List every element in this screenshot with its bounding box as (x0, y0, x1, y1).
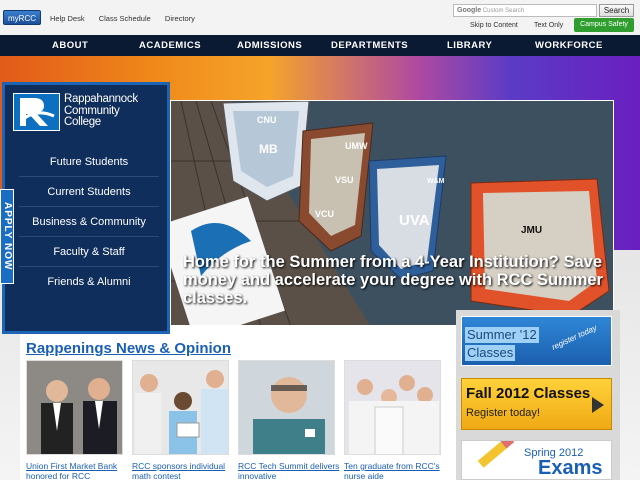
boat-label-cnu: CNU (257, 115, 277, 125)
spring-exams-promo[interactable]: Spring 2012 Exams (461, 440, 612, 480)
skip-to-content-link[interactable]: Skip to Content (470, 22, 518, 29)
utility-links: Help Desk Class Schedule Directory (50, 14, 207, 23)
utility-bar: myRCC Help Desk Class Schedule Directory… (0, 0, 640, 35)
google-brand: Google (457, 7, 482, 14)
directory-link[interactable]: Directory (165, 14, 195, 23)
nav-academics[interactable]: ACADEMICS (139, 35, 201, 56)
news-item-link[interactable]: Ten graduate from RCC's nurse aide (344, 461, 454, 480)
news-item-link[interactable]: RCC sponsors individual math contest (132, 461, 242, 480)
boat-label-umw: UMW (345, 141, 368, 151)
college-name: Rappahannock Community College (64, 93, 138, 129)
nav-admissions[interactable]: ADMISSIONS (237, 35, 302, 56)
boat-label-vsu: VSU (335, 175, 354, 185)
class-schedule-link[interactable]: Class Schedule (99, 14, 151, 23)
fall-title: Fall 2012 Classes (466, 385, 591, 402)
pencil-icon (477, 441, 515, 468)
boat-label-mb: MB (259, 142, 278, 156)
boat-label-uva: UVA (399, 212, 430, 229)
sidebar-item-future-students[interactable]: Future Students (19, 147, 159, 177)
summer-title-line1: Summer '12 (465, 327, 539, 343)
search-button[interactable]: Search (599, 4, 634, 17)
news-photo-nurse-aide (345, 361, 440, 454)
nav-library[interactable]: LIBRARY (447, 35, 492, 56)
sidebar-item-business-community[interactable]: Business & Community (19, 207, 159, 237)
news-thumbnail-nurse-aide[interactable] (344, 360, 441, 455)
play-arrow-icon (592, 397, 604, 413)
college-logo[interactable]: Rappahannock Community College (13, 93, 163, 133)
nav-departments[interactable]: DEPARTMENTS (331, 35, 408, 56)
news-photo-math (133, 361, 228, 454)
news-item-link[interactable]: RCC Tech Summit delivers innovative (238, 461, 348, 480)
news-thumbnail-tech-summit[interactable] (238, 360, 335, 455)
college-logo-mark-icon (13, 93, 60, 131)
boat-label-wm: W&M (427, 178, 445, 185)
news-photo-tech-summit (239, 361, 334, 454)
hero-banner[interactable]: CNU MB UMW VSU VCU W&M UVA JMU Home for … (170, 100, 614, 326)
news-item-link[interactable]: Union First Market Bank honored for RCC (26, 461, 136, 480)
summer-register-text: register today (550, 323, 599, 352)
news-thumbnail-bank[interactable] (26, 360, 123, 455)
sidebar-item-faculty-staff[interactable]: Faculty & Staff (19, 237, 159, 267)
college-name-line3: College (64, 116, 101, 128)
spring-exams-text: Exams (538, 457, 603, 479)
campus-safety-button[interactable]: Campus Safety (574, 18, 634, 32)
news-photo-bank (27, 361, 122, 454)
nav-about[interactable]: ABOUT (52, 35, 88, 56)
search-placeholder: Custom Search (482, 8, 525, 14)
boat-label-jmu: JMU (521, 225, 542, 236)
summer-classes-promo[interactable]: Summer '12 Classes register today (461, 316, 612, 366)
audience-panel: Rappahannock Community College Future St… (2, 82, 170, 334)
news-heading[interactable]: Rappenings News & Opinion (26, 340, 231, 357)
help-desk-link[interactable]: Help Desk (50, 14, 85, 23)
hero-caption[interactable]: Home for the Summer from a 4-Year Instit… (183, 253, 603, 307)
boat-label-vcu: VCU (315, 209, 334, 219)
news-thumbnail-math[interactable] (132, 360, 229, 455)
fall-register-text: Register today! (466, 407, 540, 419)
fall-classes-promo[interactable]: Fall 2012 Classes Register today! (461, 378, 612, 430)
nav-workforce[interactable]: WORKFORCE (535, 35, 603, 56)
summer-title-line2: Classes (465, 345, 516, 361)
main-navigation: ABOUT ACADEMICS ADMISSIONS DEPARTMENTS L… (0, 35, 640, 56)
search-input[interactable]: Google Custom Search (453, 4, 597, 17)
sidebar-item-current-students[interactable]: Current Students (19, 177, 159, 207)
apply-now-tab[interactable]: APPLY NOW (0, 189, 14, 284)
sidebar-item-friends-alumni[interactable]: Friends & Alumni (19, 267, 159, 297)
text-only-link[interactable]: Text Only (534, 22, 563, 29)
college-name-line1: Rappahannock (64, 93, 138, 105)
myrcc-button[interactable]: myRCC (3, 10, 41, 25)
audience-links: Future Students Current Students Busines… (19, 147, 159, 297)
